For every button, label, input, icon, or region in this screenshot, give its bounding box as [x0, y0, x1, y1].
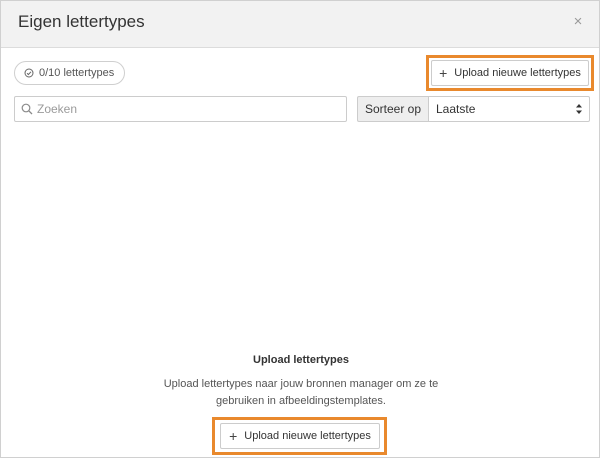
modal-title: Eigen lettertypes [18, 12, 145, 31]
custom-fonts-modal: Eigen lettertypes × 0/10 lettertypes + U… [0, 0, 600, 458]
plus-icon: + [229, 428, 238, 444]
empty-state-description: Upload lettertypes naar jouw bronnen man… [163, 378, 439, 407]
sort-label: Sorteer op [357, 96, 428, 122]
search-input[interactable] [37, 102, 337, 116]
font-count-text: 0/10 lettertypes [39, 67, 115, 79]
font-count-badge: 0/10 lettertypes [14, 61, 126, 85]
close-icon: × [573, 13, 583, 30]
close-button[interactable]: × [569, 13, 587, 31]
empty-state-title: Upload lettertypes [253, 354, 349, 366]
search-icon [21, 103, 33, 115]
search-field[interactable] [14, 96, 347, 122]
upload-button-label: Upload nieuwe lettertypes [454, 67, 581, 79]
sort-select[interactable]: Laatste [428, 96, 590, 122]
upload-fonts-button-top[interactable]: + Upload nieuwe lettertypes [431, 60, 589, 86]
sort-arrows-icon [576, 104, 582, 114]
upload-button-label: Upload nieuwe lettertypes [244, 430, 371, 442]
sort-selected-value: Laatste [436, 102, 476, 116]
check-circle-icon [24, 68, 34, 78]
modal-header: Eigen lettertypes × [1, 1, 599, 48]
plus-icon: + [439, 65, 448, 81]
upload-fonts-button-bottom[interactable]: + Upload nieuwe lettertypes [220, 423, 380, 449]
